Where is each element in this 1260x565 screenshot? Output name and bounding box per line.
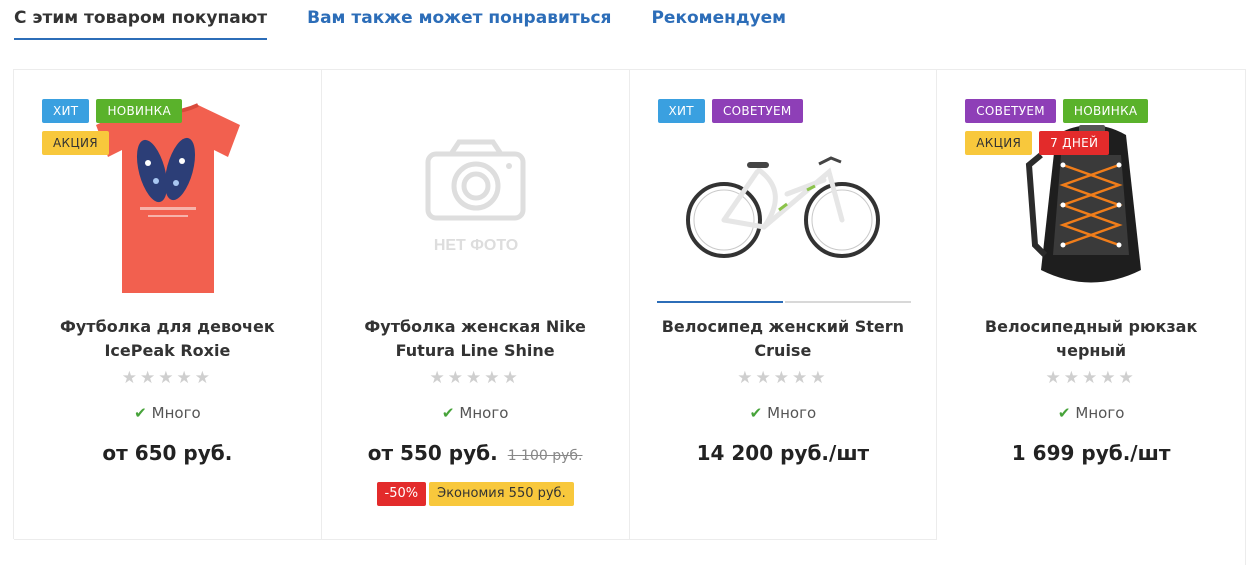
stock-status: ✔ Много: [630, 404, 937, 422]
stock-label: Много: [151, 404, 201, 422]
tab-recommended[interactable]: Рекомендуем: [651, 0, 786, 40]
product-image[interactable]: [670, 92, 898, 302]
product-title[interactable]: Футболка для девочек IcePeak Roxie: [34, 315, 301, 363]
economy-badge: Экономия 550 руб.: [429, 482, 574, 506]
stock-status: ✔ Много: [322, 404, 629, 422]
product-title[interactable]: Велосипедный рюкзак черный: [957, 315, 1225, 363]
discount-row: -50% Экономия 550 руб.: [322, 482, 629, 506]
no-photo-label: НЕТ ФОТО: [434, 237, 518, 254]
stock-label: Много: [459, 404, 509, 422]
price: от 650 руб.: [102, 441, 233, 465]
badge-hit: ХИТ: [657, 99, 705, 123]
check-icon: ✔: [749, 404, 763, 422]
stock-status: ✔ Много: [14, 404, 321, 422]
product-card[interactable]: ХИТ СОВЕТУЕМ Велосипед женский Stern Cru…: [629, 70, 938, 540]
badge-group: СОВЕТУЕМ НОВИНКА АКЦИЯ 7 ДНЕЙ: [965, 99, 1165, 155]
product-title[interactable]: Футболка женская Nike Futura Line Shine: [342, 315, 609, 363]
product-title[interactable]: Велосипед женский Stern Cruise: [650, 315, 917, 363]
tab-you-may-like[interactable]: Вам также может понравиться: [307, 0, 611, 40]
product-card[interactable]: СОВЕТУЕМ НОВИНКА АКЦИЯ 7 ДНЕЙ Велосипедн…: [937, 70, 1246, 565]
product-card[interactable]: ХИТ НОВИНКА АКЦИЯ Футболка для девочек I…: [14, 70, 322, 540]
price-row: от 650 руб.: [14, 441, 321, 465]
check-icon: ✔: [1057, 404, 1071, 422]
rating-stars: ★★★★★: [121, 368, 213, 388]
badge-recommend: СОВЕТУЕМ: [965, 99, 1056, 123]
rating-stars: ★★★★★: [429, 368, 521, 388]
badge-group: ХИТ НОВИНКА АКЦИЯ: [42, 99, 242, 155]
badge-sale: АКЦИЯ: [42, 131, 109, 155]
badge-hit: ХИТ: [42, 99, 90, 123]
image-slider-dot[interactable]: [784, 301, 911, 303]
badge-recommend: СОВЕТУЕМ: [711, 99, 803, 123]
badge-sale: АКЦИЯ: [965, 131, 1033, 155]
check-icon: ✔: [134, 404, 147, 422]
product-card[interactable]: НЕТ ФОТО Футболка женская Nike Futura Li…: [321, 70, 630, 540]
badge-group: ХИТ СОВЕТУЕМ: [657, 99, 858, 123]
check-icon: ✔: [441, 404, 455, 422]
stock-label: Много: [1075, 404, 1125, 422]
product-image-placeholder[interactable]: НЕТ ФОТО: [362, 92, 590, 302]
price-row: от 550 руб. 1 100 руб.: [322, 441, 629, 465]
tab-bought-together[interactable]: С этим товаром покупают: [14, 0, 268, 40]
price: 14 200 руб./шт: [696, 441, 870, 465]
badge-7-days: 7 ДНЕЙ: [1039, 131, 1110, 155]
stock-status: ✔ Много: [937, 404, 1245, 422]
price-row: 14 200 руб./шт: [630, 441, 937, 465]
rating-stars: ★★★★★: [1045, 368, 1137, 388]
price-row: 1 699 руб./шт: [937, 441, 1245, 465]
rating-stars: ★★★★★: [737, 368, 829, 388]
product-tabs: С этим товаром покупают Вам также может …: [14, 0, 826, 40]
price: 1 699 руб./шт: [1011, 441, 1171, 465]
product-grid: ХИТ НОВИНКА АКЦИЯ Футболка для девочек I…: [13, 69, 1246, 565]
camera-icon: [425, 139, 526, 221]
price: от 550 руб.: [367, 441, 498, 465]
badge-new: НОВИНКА: [1062, 99, 1149, 123]
image-slider-dot-active[interactable]: [656, 301, 783, 303]
discount-badge: -50%: [376, 482, 427, 506]
badge-new: НОВИНКА: [96, 99, 182, 123]
stock-label: Много: [767, 404, 817, 422]
old-price: 1 100 руб.: [507, 448, 583, 464]
